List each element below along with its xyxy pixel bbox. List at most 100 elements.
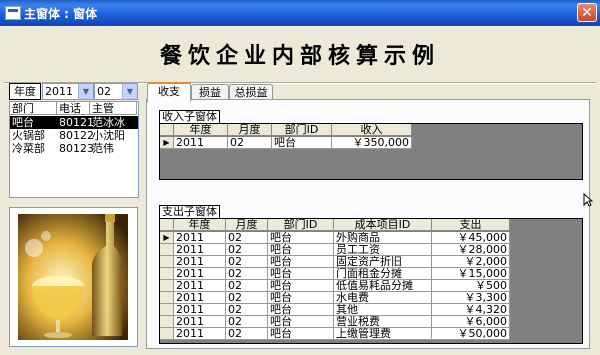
tab-income-expense[interactable]: 收支 xyxy=(147,82,191,102)
cell-dept[interactable]: 吧台 xyxy=(268,304,334,316)
cell-month[interactable]: 02 xyxy=(226,256,268,268)
record-selector-icon[interactable] xyxy=(160,268,174,280)
cell-dept[interactable]: 吧台 xyxy=(268,280,334,292)
cell-year[interactable]: 2011 xyxy=(174,232,226,244)
cell-year[interactable]: 2011 xyxy=(174,268,226,280)
cell-dept[interactable]: 吧台 xyxy=(268,328,334,340)
record-selector-icon[interactable]: ▶ xyxy=(160,137,174,149)
cell-expense[interactable]: ￥28,000 xyxy=(432,244,510,256)
dropdown-arrow-icon[interactable]: ▼ xyxy=(78,84,93,99)
cell-expense[interactable]: ￥15,000 xyxy=(432,268,510,280)
dept-phone: 80121 xyxy=(59,116,94,129)
column-header-year: 年度 xyxy=(174,124,228,136)
month-value: 02 xyxy=(97,85,111,98)
cell-cost-item[interactable]: 员工工资 xyxy=(334,244,432,256)
cell-expense[interactable]: ￥50,000 xyxy=(432,328,510,340)
cell-expense[interactable]: ￥45,000 xyxy=(432,232,510,244)
page-title: 餐饮企业内部核算示例 xyxy=(159,43,440,69)
tab-total-profit-loss[interactable]: 总损益 xyxy=(229,84,273,100)
dept-manager: 范冰冰 xyxy=(92,116,125,129)
record-selector-icon[interactable] xyxy=(160,292,174,304)
window-title: 主窗体 : 窗体 xyxy=(24,7,98,21)
form-icon xyxy=(5,6,21,20)
record-selector-icon[interactable] xyxy=(160,328,174,340)
column-header-month: 月度 xyxy=(228,124,272,136)
record-selector-icon[interactable] xyxy=(160,244,174,256)
dept-manager: 小沈阳 xyxy=(92,129,125,142)
expense-subform-label: 支出子窗体 xyxy=(159,205,220,219)
income-subform-label: 收入子窗体 xyxy=(159,110,220,124)
cell-cost-item[interactable]: 其他 xyxy=(334,304,432,316)
cell-month[interactable]: 02 xyxy=(226,304,268,316)
cell-month[interactable]: 02 xyxy=(226,316,268,328)
cell-expense[interactable]: ￥3,300 xyxy=(432,292,510,304)
cell-cost-item[interactable]: 上缴管理费 xyxy=(334,328,432,340)
cell-expense[interactable]: ￥4,320 xyxy=(432,304,510,316)
cell-dept[interactable]: 吧台 xyxy=(272,137,332,149)
cell-expense[interactable]: ￥500 xyxy=(432,280,510,292)
cell-year[interactable]: 2011 xyxy=(174,328,226,340)
record-selector-header xyxy=(160,124,174,136)
column-header-dept-id: 部门ID xyxy=(268,219,334,231)
record-selector-header xyxy=(160,219,174,231)
cell-month[interactable]: 02 xyxy=(226,292,268,304)
cell-dept[interactable]: 吧台 xyxy=(268,268,334,280)
list-item[interactable]: 火锅部 80122 小沈阳 xyxy=(10,129,138,142)
cell-cost-item[interactable]: 水电费 xyxy=(334,292,432,304)
cell-year[interactable]: 2011 xyxy=(174,316,226,328)
cell-dept[interactable]: 吧台 xyxy=(268,232,334,244)
column-header-phone: 电话 xyxy=(57,102,90,115)
month-select[interactable]: 02 ▼ xyxy=(94,83,138,100)
cell-dept[interactable]: 吧台 xyxy=(268,256,334,268)
cell-year[interactable]: 2011 xyxy=(174,137,228,149)
cell-cost-item[interactable]: 低值易耗品分摊 xyxy=(334,280,432,292)
cell-year[interactable]: 2011 xyxy=(174,280,226,292)
year-select[interactable]: 2011 ▼ xyxy=(42,83,94,100)
cell-month[interactable]: 02 xyxy=(226,328,268,340)
dept-phone: 80122 xyxy=(59,129,94,142)
column-header-manager: 主管 xyxy=(90,102,137,115)
column-header-cost-item-id: 成本项目ID xyxy=(334,219,432,231)
cell-cost-item[interactable]: 外购商品 xyxy=(334,232,432,244)
cell-month[interactable]: 02 xyxy=(226,244,268,256)
dept-name: 吧台 xyxy=(12,116,34,129)
record-selector-icon[interactable] xyxy=(160,316,174,328)
cell-month[interactable]: 02 xyxy=(226,280,268,292)
record-selector-icon[interactable] xyxy=(160,280,174,292)
cell-expense[interactable]: ￥6,000 xyxy=(432,316,510,328)
cell-dept[interactable]: 吧台 xyxy=(268,292,334,304)
main-form: 餐饮企业内部核算示例 年度 2011 ▼ 02 ▼ 部门 电话 主管 吧台 80… xyxy=(4,26,596,351)
cell-income[interactable]: ￥350,000 xyxy=(332,137,412,149)
cell-year[interactable]: 2011 xyxy=(174,244,226,256)
dept-manager: 范伟 xyxy=(92,142,114,155)
record-selector-icon[interactable] xyxy=(160,256,174,268)
cell-expense[interactable]: ￥2,000 xyxy=(432,256,510,268)
list-item[interactable]: 冷菜部 80123 范伟 xyxy=(10,142,138,155)
cell-year[interactable]: 2011 xyxy=(174,292,226,304)
close-button[interactable]: ✕ xyxy=(577,3,597,22)
cell-dept[interactable]: 吧台 xyxy=(268,316,334,328)
cell-year[interactable]: 2011 xyxy=(174,256,226,268)
cell-cost-item[interactable]: 固定资产折旧 xyxy=(334,256,432,268)
cell-month[interactable]: 02 xyxy=(226,268,268,280)
cell-cost-item[interactable]: 营业税费 xyxy=(334,316,432,328)
list-item[interactable]: 吧台 80121 范冰冰 xyxy=(10,116,138,129)
year-value: 2011 xyxy=(45,85,73,98)
pointer-cursor-icon xyxy=(583,193,593,207)
cell-month[interactable]: 02 xyxy=(226,232,268,244)
column-header-year: 年度 xyxy=(174,219,226,231)
income-subform[interactable]: 年度 月度 部门ID 收入 ▶ 2011 02 吧台 ￥350,000 xyxy=(159,123,583,180)
expense-subform[interactable]: 年度 月度 部门ID 成本项目ID 支出 ▶ 2011 02 吧台 外购商品 ￥45,00… xyxy=(159,218,583,344)
dropdown-arrow-icon[interactable]: ▼ xyxy=(122,84,137,99)
wine-photo xyxy=(9,207,138,347)
record-selector-icon[interactable]: ▶ xyxy=(160,232,174,244)
title-bar[interactable]: 主窗体 : 窗体 ✕ xyxy=(0,0,600,26)
tab-profit-loss[interactable]: 损益 xyxy=(191,84,229,100)
record-selector-icon[interactable] xyxy=(160,304,174,316)
cell-dept[interactable]: 吧台 xyxy=(268,244,334,256)
cell-cost-item[interactable]: 门面租金分摊 xyxy=(334,268,432,280)
department-list[interactable]: 部门 电话 主管 吧台 80121 范冰冰 火锅部 80122 小沈阳 冷菜部 … xyxy=(9,101,139,198)
cell-month[interactable]: 02 xyxy=(228,137,272,149)
column-header-month: 月度 xyxy=(226,219,268,231)
cell-year[interactable]: 2011 xyxy=(174,304,226,316)
